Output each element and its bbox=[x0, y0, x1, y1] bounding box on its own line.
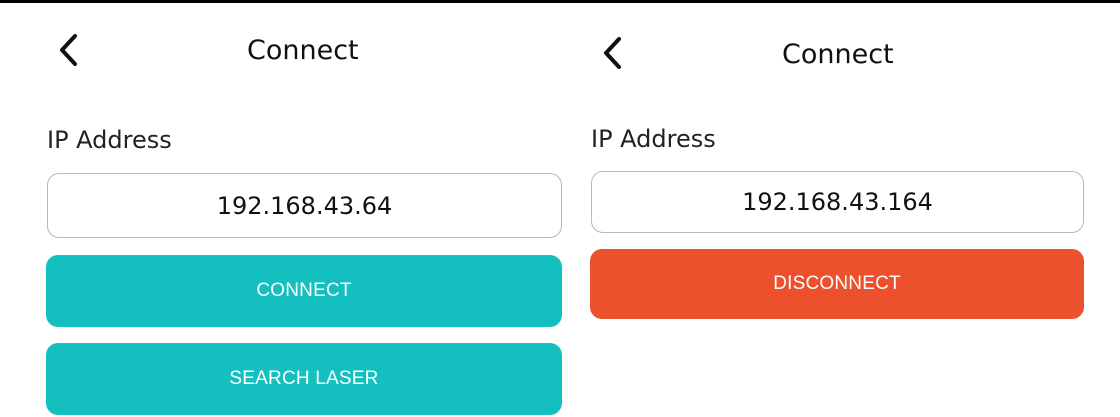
ip-address-label: IP Address bbox=[591, 125, 716, 153]
connect-screen-disconnected: Connect IP Address CONNECT SEARCH LASER bbox=[0, 0, 562, 417]
ip-address-input[interactable] bbox=[47, 173, 562, 238]
connect-button[interactable]: CONNECT bbox=[46, 255, 562, 327]
ip-address-label: IP Address bbox=[47, 126, 172, 154]
chevron-left-icon bbox=[60, 34, 77, 66]
disconnect-button[interactable]: DISCONNECT bbox=[590, 249, 1084, 319]
back-button[interactable] bbox=[592, 33, 632, 73]
page-title: Connect bbox=[247, 35, 359, 66]
page-title: Connect bbox=[782, 39, 894, 70]
back-button[interactable] bbox=[48, 30, 88, 70]
chevron-left-icon bbox=[604, 37, 621, 69]
ip-address-input[interactable] bbox=[591, 171, 1084, 233]
connect-screen-connected: Connect IP Address DISCONNECT bbox=[560, 0, 1120, 417]
search-laser-button[interactable]: SEARCH LASER bbox=[46, 343, 562, 415]
